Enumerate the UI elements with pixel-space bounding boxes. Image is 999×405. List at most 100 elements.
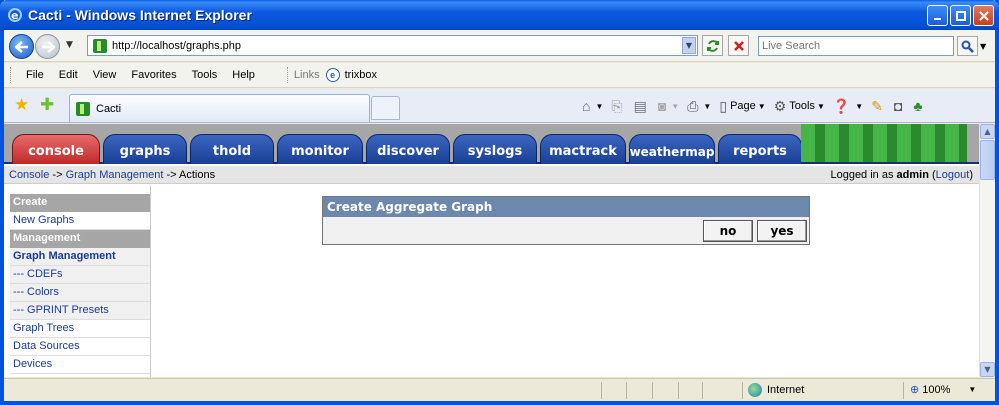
add-favorite-icon[interactable]: ✚ bbox=[40, 95, 54, 115]
toolbar-grip[interactable] bbox=[286, 67, 290, 83]
menu-favorites[interactable]: Favorites bbox=[129, 67, 178, 83]
status-separator bbox=[702, 382, 703, 399]
breadcrumb-console-link[interactable]: Console bbox=[9, 169, 49, 181]
zone-label: Internet bbox=[767, 384, 805, 396]
gear-icon: ⚙ bbox=[773, 97, 787, 114]
logout-link[interactable]: Logout bbox=[936, 169, 970, 181]
zoom-dropdown-icon[interactable]: ▼ bbox=[968, 385, 976, 394]
minimize-button[interactable] bbox=[927, 5, 948, 26]
menu-help[interactable]: Help bbox=[230, 67, 257, 83]
help-button[interactable]: ❓ ▼ bbox=[833, 98, 863, 115]
search-box[interactable] bbox=[758, 36, 954, 56]
browser-window: e Cacti - Windows Internet Explorer ▼ ▼ bbox=[0, 0, 999, 405]
page-menu-button[interactable]: ▯ Page ▼ bbox=[719, 98, 765, 115]
favorites-center-icon[interactable]: ★ bbox=[14, 95, 29, 115]
feeds-button[interactable]: ⎘ bbox=[611, 98, 625, 115]
menu-tools[interactable]: Tools bbox=[190, 67, 220, 83]
links-label[interactable]: Links bbox=[294, 69, 320, 81]
paste-button[interactable]: ▤ bbox=[634, 98, 650, 115]
history-dropdown-icon[interactable]: ▼ bbox=[66, 40, 73, 50]
address-toolbar: ▼ ▼ ▼ bbox=[4, 30, 995, 62]
breadcrumb-current: Actions bbox=[179, 168, 216, 181]
research-icon: ✎ bbox=[871, 97, 883, 114]
tab-mactrack[interactable]: mactrack bbox=[540, 134, 626, 164]
home-button[interactable]: ⌂ ▼ bbox=[582, 98, 603, 114]
new-tab-button[interactable] bbox=[371, 96, 400, 120]
url-input[interactable] bbox=[112, 39, 682, 52]
dialog-body: no yes bbox=[323, 217, 809, 244]
tab-graphs[interactable]: graphs bbox=[103, 134, 187, 164]
globe-icon bbox=[748, 383, 762, 397]
stop-button[interactable] bbox=[728, 35, 749, 56]
aggregate-dialog: Create Aggregate Graph no yes bbox=[322, 196, 810, 245]
zoom-control[interactable]: ⊕ 100% ▼ bbox=[910, 383, 976, 397]
tab-title: Cacti bbox=[96, 102, 122, 115]
messenger-button[interactable]: ◘ bbox=[894, 98, 905, 114]
menu-item-gprint-presets[interactable]: --- GPRINT Presets bbox=[10, 302, 150, 320]
tab-reports[interactable]: reports bbox=[718, 134, 802, 164]
page-icon: ▯ bbox=[719, 97, 728, 114]
refresh-button[interactable] bbox=[702, 35, 723, 56]
menu-item-colors[interactable]: --- Colors bbox=[10, 284, 150, 302]
scroll-up-button[interactable]: ▲ bbox=[980, 124, 995, 139]
left-menu: Create New Graphs Management Graph Manag… bbox=[10, 194, 150, 374]
tab-bar: ★ ✚ Cacti ⌂ ▼ ⎘ ▤ ◙ ▼ ⎙ ▼ ▯ Page ▼ ⚙ Too… bbox=[4, 89, 995, 123]
scroll-thumb[interactable] bbox=[980, 140, 995, 180]
close-window-button[interactable] bbox=[973, 5, 994, 26]
menu-item-graph-management[interactable]: Graph Management bbox=[10, 248, 150, 266]
login-username: admin bbox=[896, 168, 929, 181]
menu-item-data-sources[interactable]: Data Sources bbox=[10, 338, 150, 356]
url-dropdown-icon[interactable]: ▼ bbox=[682, 37, 696, 54]
maximize-button[interactable] bbox=[950, 5, 971, 26]
print-button[interactable]: ⎙ ▼ bbox=[687, 98, 711, 115]
tab-console[interactable]: console bbox=[12, 134, 100, 164]
left-menu-divider bbox=[150, 186, 151, 377]
status-separator bbox=[652, 382, 653, 399]
window-title: Cacti - Windows Internet Explorer bbox=[28, 7, 252, 23]
menu-item-graph-trees[interactable]: Graph Trees bbox=[10, 320, 150, 338]
menu-item-devices[interactable]: Devices bbox=[10, 356, 150, 374]
link-trixbox[interactable]: e trixbox bbox=[325, 68, 377, 82]
address-bar[interactable]: ▼ bbox=[87, 35, 698, 56]
rss-button[interactable]: ◙ ▼ bbox=[658, 98, 679, 114]
login-prefix: Logged in as bbox=[830, 168, 897, 181]
breadcrumb-graph-management-link[interactable]: Graph Management bbox=[66, 169, 164, 181]
menu-view[interactable]: View bbox=[91, 67, 119, 83]
back-button[interactable] bbox=[9, 34, 34, 59]
vertical-scrollbar[interactable]: ▲ ▼ bbox=[979, 124, 995, 377]
tab-monitor[interactable]: monitor bbox=[277, 134, 363, 164]
cacti-logo-image bbox=[801, 124, 967, 162]
breadcrumb-separator: -> bbox=[163, 168, 179, 181]
menu-item-new-graphs[interactable]: New Graphs bbox=[10, 212, 150, 230]
tab-discover[interactable]: discover bbox=[366, 134, 450, 164]
no-button[interactable]: no bbox=[703, 220, 753, 242]
search-input[interactable] bbox=[759, 37, 953, 55]
breadcrumb-separator: -> bbox=[49, 168, 66, 181]
zoom-level: 100% bbox=[922, 383, 951, 396]
tab-weathermap[interactable]: weathermap bbox=[629, 134, 715, 164]
tab-cacti[interactable]: Cacti bbox=[69, 94, 370, 122]
cacti-tab-header: console graphs thold monitor discover sy… bbox=[4, 124, 979, 164]
ie-page-icon: e bbox=[325, 68, 340, 82]
extra-button[interactable]: ♣ bbox=[913, 98, 925, 114]
menu-edit[interactable]: Edit bbox=[57, 67, 80, 83]
menu-file[interactable]: File bbox=[24, 67, 46, 83]
title-bar: e Cacti - Windows Internet Explorer bbox=[0, 0, 999, 30]
security-zone[interactable]: Internet bbox=[748, 383, 804, 397]
search-button[interactable] bbox=[957, 36, 978, 56]
search-dropdown-icon[interactable]: ▼ bbox=[980, 42, 986, 51]
toolbar-grip[interactable] bbox=[10, 67, 13, 83]
research-button[interactable]: ✎ bbox=[871, 98, 886, 115]
yes-button[interactable]: yes bbox=[757, 220, 807, 242]
scroll-down-button[interactable]: ▼ bbox=[980, 362, 995, 377]
cacti-favicon-icon bbox=[93, 38, 107, 53]
zoom-icon: ⊕ bbox=[910, 384, 920, 396]
tab-thold[interactable]: thold bbox=[190, 134, 274, 164]
clipboard-icon: ▤ bbox=[633, 97, 647, 114]
tab-syslogs[interactable]: syslogs bbox=[453, 134, 537, 164]
status-separator bbox=[742, 382, 743, 399]
menu-item-cdefs[interactable]: --- CDEFs bbox=[10, 266, 150, 284]
forward-button[interactable] bbox=[35, 34, 60, 59]
tools-menu-button[interactable]: ⚙ Tools ▼ bbox=[774, 98, 825, 115]
messenger-icon: ♣ bbox=[913, 98, 923, 114]
